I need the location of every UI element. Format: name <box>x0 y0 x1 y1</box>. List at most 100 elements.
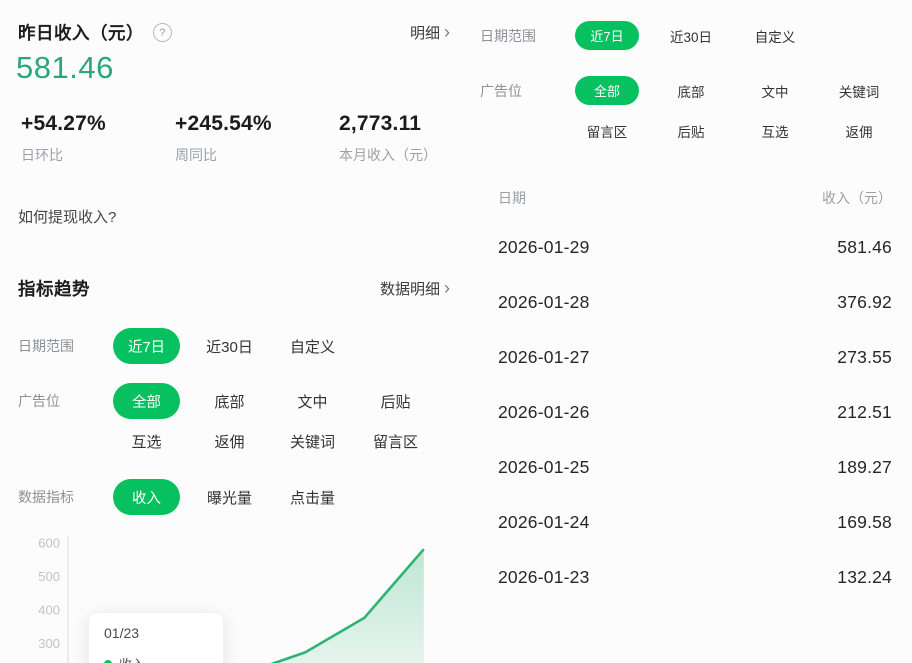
filter-option-cell: 后贴 <box>649 121 733 141</box>
filter-row: 日期范围近7日近30日自定义 <box>18 328 354 364</box>
income-table: 日期 收入（元） 2026-01-29 581.46 2026-01-28 376.9… <box>498 180 892 605</box>
table-row: 2026-01-27 273.55 <box>498 330 892 385</box>
filter-row: 日期范围近7日 近30日 自定义 <box>480 21 817 50</box>
filter-option-selected[interactable]: 全部 <box>575 76 639 105</box>
income-detail-link[interactable]: 明细 › <box>410 22 450 43</box>
income-cell: 581.46 <box>837 237 892 258</box>
filter-option[interactable]: 自定义 <box>290 336 335 357</box>
filter-option[interactable]: 留言区 <box>587 121 628 141</box>
filter-option[interactable]: 留言区 <box>373 431 418 452</box>
chevron-right-icon: › <box>444 279 450 297</box>
filter-option-cell: 互选 <box>105 431 188 452</box>
date-cell: 2026-01-26 <box>498 402 590 423</box>
income-cell: 273.55 <box>837 347 892 368</box>
ad-revenue-dashboard: 昨日收入（元） ? 明细 › 581.46 +54.27%日环比+245.54%… <box>0 0 912 663</box>
filter-option-cell: 底部 <box>649 81 733 101</box>
filter-option[interactable]: 后贴 <box>380 391 410 412</box>
yesterday-income-title: 昨日收入（元） ? <box>18 20 172 45</box>
svg-text:600: 600 <box>38 536 60 551</box>
trend-chart-svg: 600 500 400 300 <box>18 530 442 663</box>
filter-option-cell: 底部 <box>188 391 271 412</box>
trend-detail-link[interactable]: 数据明细 › <box>380 278 450 299</box>
filter-option[interactable]: 自定义 <box>755 26 796 46</box>
income-cell: 132.24 <box>837 567 892 588</box>
filter-option-selected[interactable]: 收入 <box>113 479 180 515</box>
table-body: 2026-01-29581.462026-01-28376.922026-01-… <box>498 220 892 605</box>
stat-value: +54.27% <box>21 112 175 136</box>
trend-chart[interactable]: 600500400300 01/23 收入 <box>18 530 442 663</box>
filter-option-selected[interactable]: 近7日 <box>113 328 180 364</box>
stat-label: 本月收入（元） <box>339 145 493 165</box>
filter-option[interactable]: 关键词 <box>290 431 335 452</box>
filter-option-selected[interactable]: 近7日 <box>575 21 639 50</box>
col-income: 收入（元） <box>822 188 892 208</box>
filter-option[interactable]: 文中 <box>297 391 327 412</box>
income-cell: 376.92 <box>837 292 892 313</box>
filter-option[interactable]: 后贴 <box>678 121 705 141</box>
filter-option-cell: 全部 <box>565 76 649 105</box>
date-cell: 2026-01-29 <box>498 237 590 258</box>
svg-text:300: 300 <box>38 636 60 651</box>
tooltip-series-label: 收入 <box>119 654 145 663</box>
withdraw-help-link[interactable]: 如何提现收入? <box>18 206 116 227</box>
filter-option[interactable]: 关键词 <box>839 81 880 101</box>
date-cell: 2026-01-25 <box>498 457 590 478</box>
income-detail-label: 明细 <box>410 22 440 43</box>
table-row: 2026-01-23 132.24 <box>498 550 892 605</box>
income-cell: 212.51 <box>837 402 892 423</box>
yesterday-income-title-text: 昨日收入（元） <box>18 20 144 45</box>
filter-option[interactable]: 互选 <box>762 121 789 141</box>
stat-value: +245.54% <box>175 112 339 136</box>
income-cell: 189.27 <box>837 457 892 478</box>
filter-option-cell: 返佣 <box>817 121 901 141</box>
filter-option-cell: 近30日 <box>649 26 733 46</box>
filter-label: 数据指标 <box>18 487 105 507</box>
filter-row: 广告位全部底部文中关键词 <box>480 76 901 105</box>
date-cell: 2026-01-28 <box>498 292 590 313</box>
filter-option[interactable]: 曝光量 <box>207 487 252 508</box>
svg-text:400: 400 <box>38 603 60 618</box>
filter-option[interactable]: 近30日 <box>206 336 253 357</box>
table-row: 2026-01-28 376.92 <box>498 275 892 330</box>
filter-option-cell: 关键词 <box>817 81 901 101</box>
filter-option-cell: 文中 <box>271 391 354 412</box>
filter-option-cell: 返佣 <box>188 431 271 452</box>
yesterday-income-amount: 581.46 <box>16 50 114 86</box>
filter-option[interactable]: 底部 <box>678 81 705 101</box>
filter-option-cell: 点击量 <box>271 487 354 508</box>
income-cell: 169.58 <box>837 512 892 533</box>
stat: 2,773.11 本月收入（元） <box>339 112 493 165</box>
filter-option-cell: 文中 <box>733 81 817 101</box>
filter-option[interactable]: 返佣 <box>214 431 244 452</box>
filter-option-cell: 近7日 <box>565 21 649 50</box>
yesterday-stats: +54.27%日环比+245.54%周同比2,773.11本月收入（元） <box>21 112 493 165</box>
filter-option[interactable]: 返佣 <box>846 121 873 141</box>
filter-option[interactable]: 文中 <box>762 81 789 101</box>
svg-text:500: 500 <box>38 569 60 584</box>
trend-title: 指标趋势 <box>18 276 90 301</box>
series-dot-icon <box>104 660 112 663</box>
stat: +54.27%日环比 <box>21 112 175 165</box>
filter-option-cell: 留言区 <box>354 431 437 452</box>
filter-option-cell: 曝光量 <box>188 487 271 508</box>
date-cell: 2026-01-27 <box>498 347 590 368</box>
filter-option-selected[interactable]: 全部 <box>113 383 180 419</box>
filter-option-cell: 全部 <box>105 383 188 419</box>
filter-option-cell: 关键词 <box>271 431 354 452</box>
col-date: 日期 <box>498 188 526 208</box>
stat-value: 2,773.11 <box>339 112 493 136</box>
chevron-right-icon: › <box>444 23 450 41</box>
filter-row: 数据指标收入 曝光量 点击量 <box>18 479 354 515</box>
tooltip-series-row: 收入 <box>104 654 208 663</box>
filter-option-cell: 留言区 <box>565 121 649 141</box>
help-icon[interactable]: ? <box>153 23 172 42</box>
filter-option-cell: 自定义 <box>271 336 354 357</box>
filter-label: 日期范围 <box>480 26 565 46</box>
table-row: 2026-01-26 212.51 <box>498 385 892 440</box>
filter-option[interactable]: 底部 <box>214 391 244 412</box>
trend-detail-label: 数据明细 <box>380 278 440 299</box>
filter-option[interactable]: 点击量 <box>290 487 335 508</box>
filter-option[interactable]: 互选 <box>131 431 161 452</box>
filter-option[interactable]: 近30日 <box>670 26 712 46</box>
date-cell: 2026-01-23 <box>498 567 590 588</box>
